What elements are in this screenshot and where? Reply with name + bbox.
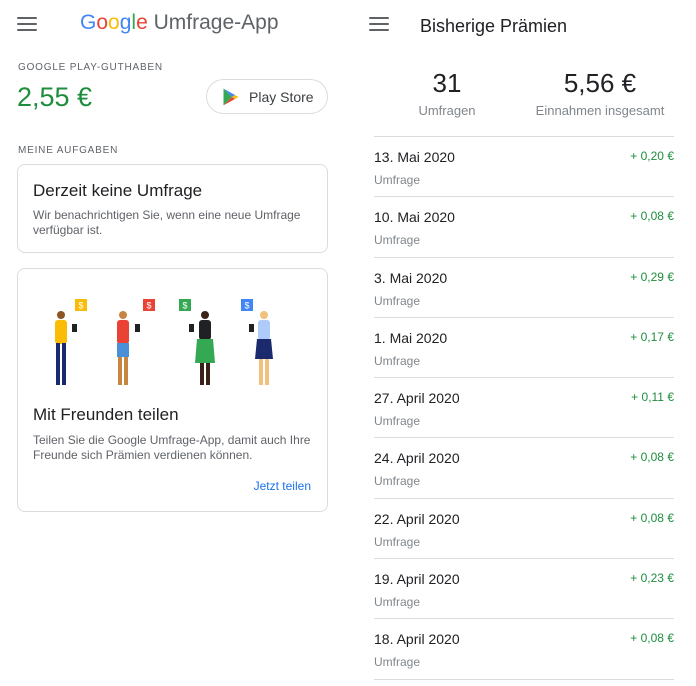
reward-type: Umfrage [374,293,421,308]
reward-amount: + 0,17 € [630,329,674,344]
reward-date: 18. April 2020 [374,631,460,648]
reward-amount: + 0,20 € [630,149,674,163]
reward-date: 10. Mai 2020 [374,209,455,226]
total-earnings: 5,56 € [563,68,637,98]
reward-date: 3. Mai 2020 [374,269,448,286]
tasks-label: MEINE AUFGABEN [18,145,119,156]
svg-text:$: $ [78,301,83,311]
credit-label: GOOGLE PLAY-GUTHABEN [18,62,163,73]
reward-type: Umfrage [374,353,421,368]
page-title: Bisherige Prämien [420,16,568,36]
total-earnings-label: Einnahmen insgesamt [535,103,665,118]
reward-amount: + 0,23 € [630,571,674,586]
svg-text:$: $ [182,301,187,311]
reward-amount: + 0,29 € [630,269,674,284]
menu-icon[interactable] [369,16,389,32]
reward-amount: + 0,08 € [630,450,674,465]
reward-row[interactable]: 3. Mai 2020 Umfrage + 0,29 € [374,258,674,318]
reward-type: Umfrage [374,534,421,549]
reward-row[interactable]: 10. Mai 2020 Umfrage + 0,08 € [374,197,674,258]
play-store-button[interactable]: Play Store [206,79,328,114]
reward-row[interactable]: 19. April 2020 Umfrage + 0,23 € [374,559,674,620]
share-title: Mit Freunden teilen [33,405,179,424]
no-survey-text: Wir benachrichtigen Sie, wenn eine neue … [33,208,301,237]
share-text: Teilen Sie die Google Umfrage-App, damit… [33,433,311,462]
home-screen: Google Umfrage-App GOOGLE PLAY-GUTHABEN … [0,0,346,686]
reward-type: Umfrage [374,414,421,429]
balance-amount: 2,55 € [17,82,93,112]
reward-date: 19. April 2020 [374,571,460,588]
app-title: Google Umfrage-App [80,11,279,35]
reward-date: 27. April 2020 [374,390,460,407]
play-store-label: Play Store [249,88,314,105]
survey-count: 31 [432,68,462,98]
share-now-link[interactable]: Jetzt teilen [254,479,311,493]
reward-date: 1. Mai 2020 [374,329,448,346]
no-survey-title: Derzeit keine Umfrage [33,181,203,200]
reward-type: Umfrage [374,233,421,248]
no-survey-card: Derzeit keine Umfrage Wir benachrichtige… [17,164,328,253]
reward-date: 13. Mai 2020 [374,149,455,165]
reward-date: 22. April 2020 [374,510,460,527]
reward-row[interactable]: 1. Mai 2020 Umfrage + 0,17 € [374,318,674,379]
reward-type: Umfrage [374,474,421,489]
reward-type: Umfrage [374,173,421,187]
reward-row[interactable]: 18. April 2020 Umfrage + 0,08 € [374,619,674,680]
total-earnings-stat: 5,56 € Einnahmen insgesamt [520,68,680,118]
reward-date: 24. April 2020 [374,450,460,467]
people-sharing-illustration: $ $ $ $ [55,299,273,385]
reward-amount: + 0,08 € [630,510,674,525]
reward-row[interactable]: 24. April 2020 Umfrage + 0,08 € [374,438,674,499]
reward-list: 13. Mai 2020 Umfrage + 0,20 € 10. Mai 2020 U… [374,136,674,680]
share-card: $ $ $ $ Mit Freunden teilen Teilen Sie d… [17,268,328,512]
reward-amount: + 0,08 € [630,631,674,646]
reward-type: Umfrage [374,655,421,670]
reward-row[interactable]: 13. Mai 2020 Umfrage + 0,20 € [374,137,674,198]
reward-amount: + 0,08 € [630,209,674,224]
rewards-history-screen: Bisherige Prämien 31 Umfragen 5,56 € Ein… [350,0,696,686]
reward-row[interactable]: 22. April 2020 Umfrage + 0,08 € [374,499,674,560]
reward-row[interactable]: 27. April 2020 Umfrage + 0,11 € [374,378,674,439]
reward-type: Umfrage [374,595,421,610]
svg-text:$: $ [146,301,151,311]
survey-count-label: Umfragen [418,103,476,118]
google-logo-text: Google [80,11,148,34]
app-name: Umfrage-App [153,11,279,34]
menu-icon[interactable] [17,16,37,32]
survey-count-stat: 31 Umfragen [402,68,492,118]
play-store-icon [223,88,239,105]
reward-amount: + 0,11 € [631,390,674,405]
svg-text:$: $ [244,301,249,311]
